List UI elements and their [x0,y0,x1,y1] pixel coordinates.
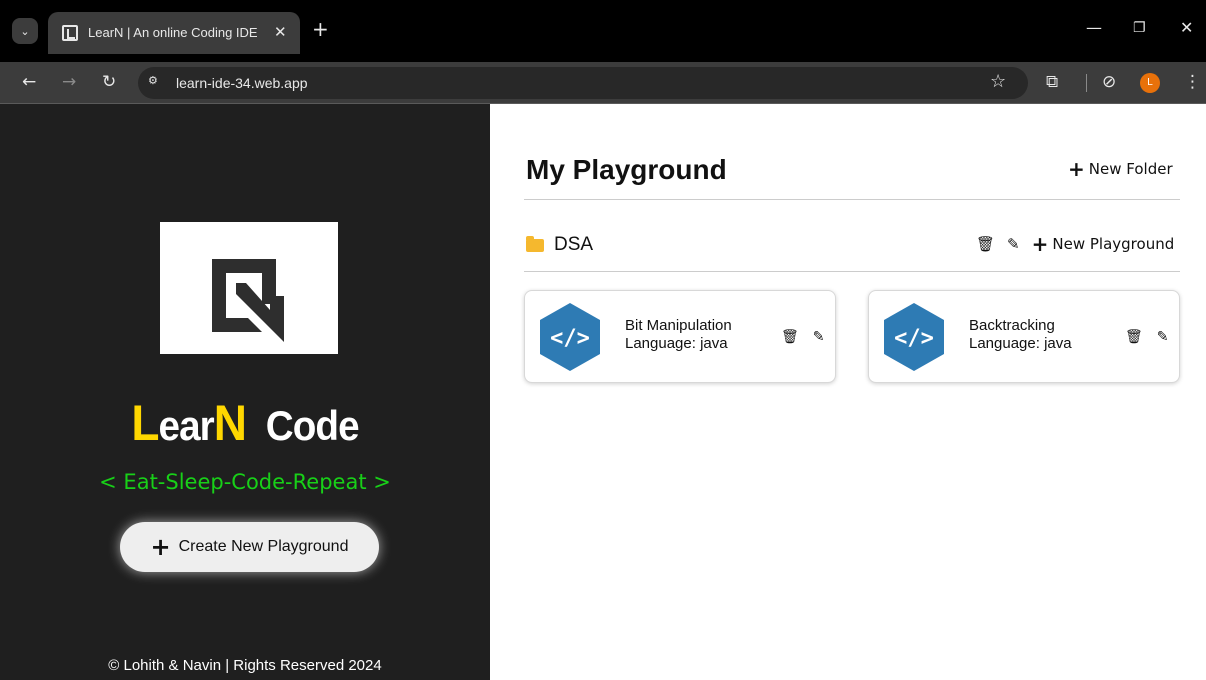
edit-icon[interactable]: ✎ [813,329,825,345]
profile-avatar[interactable]: L [1140,73,1160,93]
folder-name: DSA [554,234,594,255]
extensions-icon[interactable]: ⧉ [1046,72,1058,92]
close-window-icon[interactable]: ✕ [1180,20,1193,36]
page-title: My Playground [526,154,727,185]
playground-card[interactable]: </> Bit Manipulation Language: java 🗑 ✎ [524,290,836,383]
playground-language: Language: java [969,335,1072,352]
browser-tab[interactable]: LearN | An online Coding IDE ✕ [48,12,300,54]
playground-title: Bit Manipulation [625,317,732,334]
app-logo [160,222,338,354]
site-favicon-icon [62,25,78,41]
tab-search-button[interactable]: ⌄ [12,18,38,44]
menu-kebab-icon[interactable]: ⋮ [1184,72,1201,92]
plus-icon: + [150,533,171,561]
extension-icon[interactable]: ⊘ [1102,72,1116,92]
card-actions: 🗑 ✎ [1125,329,1169,345]
create-button-label: Create New Playground [178,538,349,555]
card-actions: 🗑 ✎ [781,329,825,345]
site-settings-icon[interactable]: ⚙ [148,74,166,92]
code-logo-icon: </> [540,303,600,371]
divider [524,199,1180,200]
back-icon[interactable]: ← [22,72,36,92]
reload-icon[interactable]: ↻ [102,72,116,92]
tab-close-icon[interactable]: ✕ [274,23,287,41]
chevron-down-icon: ⌄ [20,24,30,38]
create-new-playground-button[interactable]: + Create New Playground [120,522,379,572]
delete-folder-icon[interactable]: 🗑 [976,235,995,253]
new-playground-label: New Playground [1052,235,1175,253]
brand-title: LearN Code [20,394,471,452]
tagline: < Eat-Sleep-Code-Repeat > [99,470,391,494]
delete-icon[interactable]: 🗑 [781,329,799,345]
plus-icon: + [1068,157,1085,181]
divider [524,271,1180,272]
new-tab-icon[interactable]: + [312,19,329,39]
code-logo-icon: </> [884,303,944,371]
delete-icon[interactable]: 🗑 [1125,329,1143,345]
svg-text:</>: </> [550,326,590,351]
toolbar-divider [1086,74,1087,92]
brand-letter-l: L [131,395,159,451]
playground-card[interactable]: </> Backtracking Language: java 🗑 ✎ [868,290,1180,383]
browser-toolbar: ← → ↻ ⚙ learn-ide-34.web.app ☆ ⧉ ⊘ L ⋮ [0,62,1206,104]
plus-icon: + [1031,232,1049,256]
minimize-icon[interactable]: — [1086,20,1102,36]
folder-header: DSA [526,234,593,256]
url-text: learn-ide-34.web.app [176,75,308,91]
edit-icon[interactable]: ✎ [1157,329,1169,345]
new-playground-button[interactable]: + New Playground [1032,234,1175,254]
tab-title: LearN | An online Coding IDE [88,25,258,40]
main-content: My Playground + New Folder DSA 🗑 ✎ + New… [490,104,1206,680]
svg-text:</>: </> [894,326,934,351]
footer-copyright: © Lohith & Navin | Rights Reserved 2024 [108,657,382,674]
folder-icon [526,235,544,252]
learn-logo-icon [212,259,284,342]
brand-ear: ear [158,402,215,449]
new-folder-label: New Folder [1088,160,1173,178]
playground-language: Language: java [625,335,728,352]
bookmark-star-icon[interactable]: ☆ [990,71,1006,92]
brand-letter-n: N [213,395,247,451]
folder-actions: 🗑 ✎ + New Playground [976,234,1174,254]
browser-tab-strip: ⌄ LearN | An online Coding IDE ✕ + — ❐ ✕ [0,0,1206,62]
restore-icon[interactable]: ❐ [1133,20,1146,36]
sidebar: LearN Code < Eat-Sleep-Code-Repeat > + C… [0,104,490,680]
address-bar[interactable]: ⚙ learn-ide-34.web.app ☆ [138,67,1028,99]
brand-code: Code [265,402,360,449]
playground-title: Backtracking [969,317,1055,334]
edit-folder-icon[interactable]: ✎ [1007,235,1020,253]
new-folder-button[interactable]: + New Folder [1068,159,1173,179]
forward-icon[interactable]: → [62,72,76,92]
